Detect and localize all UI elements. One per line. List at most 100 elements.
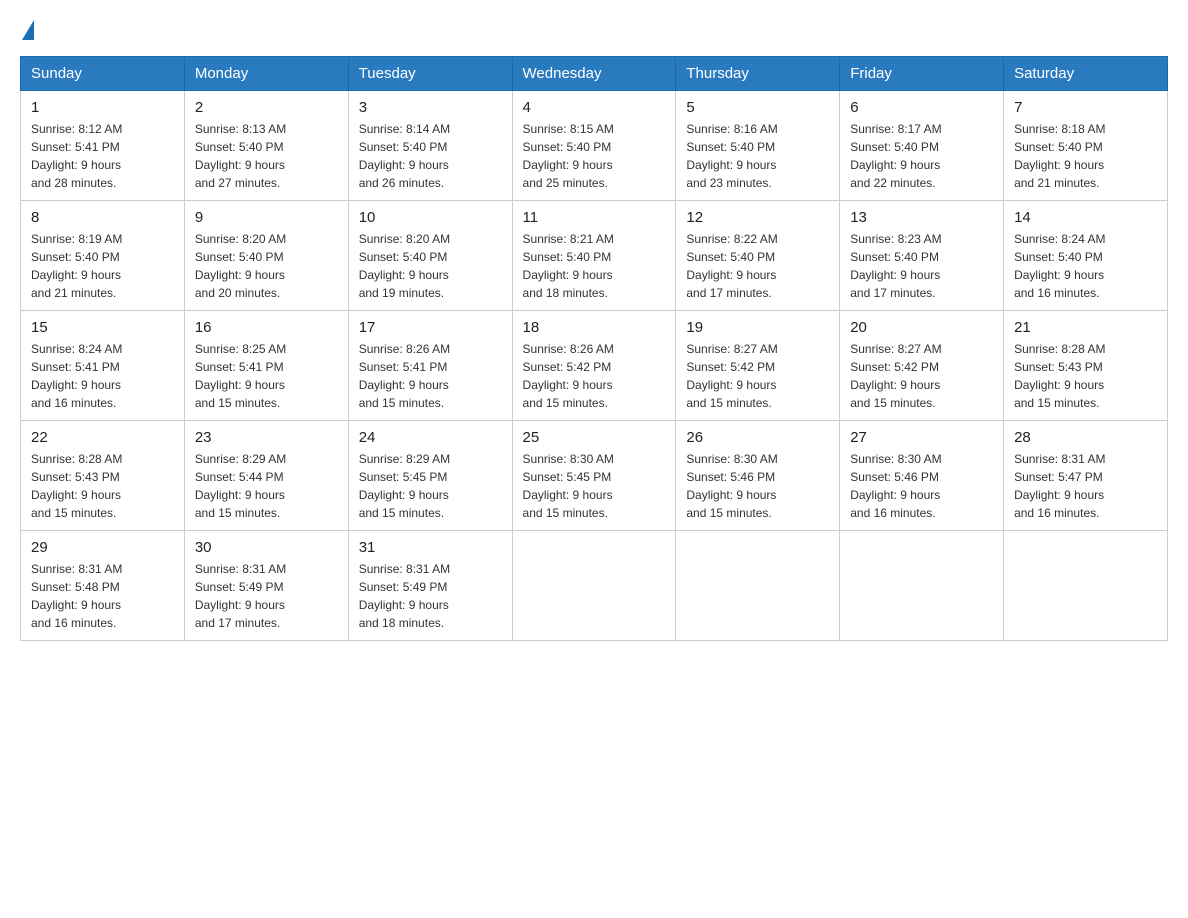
day-number: 10 [359,209,502,226]
weekday-header-friday: Friday [840,57,1004,91]
calendar-cell: 20 Sunrise: 8:27 AMSunset: 5:42 PMDaylig… [840,311,1004,421]
calendar-cell: 14 Sunrise: 8:24 AMSunset: 5:40 PMDaylig… [1004,201,1168,311]
day-info: Sunrise: 8:20 AMSunset: 5:40 PMDaylight:… [359,230,502,302]
day-info: Sunrise: 8:31 AMSunset: 5:48 PMDaylight:… [31,560,174,632]
day-info: Sunrise: 8:31 AMSunset: 5:49 PMDaylight:… [359,560,502,632]
calendar-cell: 25 Sunrise: 8:30 AMSunset: 5:45 PMDaylig… [512,421,676,531]
week-row-3: 15 Sunrise: 8:24 AMSunset: 5:41 PMDaylig… [21,311,1168,421]
day-info: Sunrise: 8:26 AMSunset: 5:41 PMDaylight:… [359,340,502,412]
week-row-2: 8 Sunrise: 8:19 AMSunset: 5:40 PMDayligh… [21,201,1168,311]
day-info: Sunrise: 8:14 AMSunset: 5:40 PMDaylight:… [359,120,502,192]
calendar-cell: 22 Sunrise: 8:28 AMSunset: 5:43 PMDaylig… [21,421,185,531]
weekday-header-monday: Monday [184,57,348,91]
day-info: Sunrise: 8:31 AMSunset: 5:47 PMDaylight:… [1014,450,1157,522]
week-row-5: 29 Sunrise: 8:31 AMSunset: 5:48 PMDaylig… [21,531,1168,641]
day-number: 25 [523,429,666,446]
day-number: 1 [31,99,174,116]
day-number: 8 [31,209,174,226]
header [20,20,1168,40]
calendar-cell: 26 Sunrise: 8:30 AMSunset: 5:46 PMDaylig… [676,421,840,531]
day-info: Sunrise: 8:13 AMSunset: 5:40 PMDaylight:… [195,120,338,192]
day-number: 21 [1014,319,1157,336]
day-number: 11 [523,209,666,226]
day-info: Sunrise: 8:20 AMSunset: 5:40 PMDaylight:… [195,230,338,302]
day-number: 22 [31,429,174,446]
day-info: Sunrise: 8:15 AMSunset: 5:40 PMDaylight:… [523,120,666,192]
day-number: 19 [686,319,829,336]
calendar-table: SundayMondayTuesdayWednesdayThursdayFrid… [20,56,1168,641]
day-info: Sunrise: 8:27 AMSunset: 5:42 PMDaylight:… [850,340,993,412]
day-info: Sunrise: 8:28 AMSunset: 5:43 PMDaylight:… [1014,340,1157,412]
day-number: 20 [850,319,993,336]
calendar-cell: 28 Sunrise: 8:31 AMSunset: 5:47 PMDaylig… [1004,421,1168,531]
day-info: Sunrise: 8:17 AMSunset: 5:40 PMDaylight:… [850,120,993,192]
calendar-cell: 2 Sunrise: 8:13 AMSunset: 5:40 PMDayligh… [184,91,348,201]
calendar-cell: 10 Sunrise: 8:20 AMSunset: 5:40 PMDaylig… [348,201,512,311]
day-number: 26 [686,429,829,446]
calendar-cell: 1 Sunrise: 8:12 AMSunset: 5:41 PMDayligh… [21,91,185,201]
calendar-cell: 18 Sunrise: 8:26 AMSunset: 5:42 PMDaylig… [512,311,676,421]
weekday-header-sunday: Sunday [21,57,185,91]
day-info: Sunrise: 8:26 AMSunset: 5:42 PMDaylight:… [523,340,666,412]
calendar-cell [676,531,840,641]
day-number: 5 [686,99,829,116]
day-info: Sunrise: 8:22 AMSunset: 5:40 PMDaylight:… [686,230,829,302]
day-number: 7 [1014,99,1157,116]
calendar-cell [512,531,676,641]
day-number: 4 [523,99,666,116]
calendar-cell: 30 Sunrise: 8:31 AMSunset: 5:49 PMDaylig… [184,531,348,641]
weekday-header-wednesday: Wednesday [512,57,676,91]
weekday-header-row: SundayMondayTuesdayWednesdayThursdayFrid… [21,57,1168,91]
calendar-cell: 31 Sunrise: 8:31 AMSunset: 5:49 PMDaylig… [348,531,512,641]
logo-triangle-icon [22,20,34,40]
week-row-4: 22 Sunrise: 8:28 AMSunset: 5:43 PMDaylig… [21,421,1168,531]
day-number: 6 [850,99,993,116]
calendar-cell: 12 Sunrise: 8:22 AMSunset: 5:40 PMDaylig… [676,201,840,311]
day-info: Sunrise: 8:29 AMSunset: 5:45 PMDaylight:… [359,450,502,522]
calendar-cell: 29 Sunrise: 8:31 AMSunset: 5:48 PMDaylig… [21,531,185,641]
calendar-cell: 24 Sunrise: 8:29 AMSunset: 5:45 PMDaylig… [348,421,512,531]
day-info: Sunrise: 8:16 AMSunset: 5:40 PMDaylight:… [686,120,829,192]
calendar-cell: 13 Sunrise: 8:23 AMSunset: 5:40 PMDaylig… [840,201,1004,311]
calendar-cell: 19 Sunrise: 8:27 AMSunset: 5:42 PMDaylig… [676,311,840,421]
day-info: Sunrise: 8:28 AMSunset: 5:43 PMDaylight:… [31,450,174,522]
day-number: 9 [195,209,338,226]
calendar-cell: 9 Sunrise: 8:20 AMSunset: 5:40 PMDayligh… [184,201,348,311]
day-number: 14 [1014,209,1157,226]
weekday-header-saturday: Saturday [1004,57,1168,91]
day-number: 24 [359,429,502,446]
day-info: Sunrise: 8:29 AMSunset: 5:44 PMDaylight:… [195,450,338,522]
calendar-cell: 3 Sunrise: 8:14 AMSunset: 5:40 PMDayligh… [348,91,512,201]
calendar-cell: 4 Sunrise: 8:15 AMSunset: 5:40 PMDayligh… [512,91,676,201]
day-info: Sunrise: 8:23 AMSunset: 5:40 PMDaylight:… [850,230,993,302]
calendar-cell: 5 Sunrise: 8:16 AMSunset: 5:40 PMDayligh… [676,91,840,201]
day-info: Sunrise: 8:24 AMSunset: 5:40 PMDaylight:… [1014,230,1157,302]
day-info: Sunrise: 8:24 AMSunset: 5:41 PMDaylight:… [31,340,174,412]
day-number: 31 [359,539,502,556]
day-number: 18 [523,319,666,336]
day-number: 2 [195,99,338,116]
logo [20,20,34,40]
day-number: 15 [31,319,174,336]
day-info: Sunrise: 8:19 AMSunset: 5:40 PMDaylight:… [31,230,174,302]
weekday-header-tuesday: Tuesday [348,57,512,91]
calendar-cell: 11 Sunrise: 8:21 AMSunset: 5:40 PMDaylig… [512,201,676,311]
calendar-cell: 21 Sunrise: 8:28 AMSunset: 5:43 PMDaylig… [1004,311,1168,421]
calendar-cell: 23 Sunrise: 8:29 AMSunset: 5:44 PMDaylig… [184,421,348,531]
calendar-cell: 7 Sunrise: 8:18 AMSunset: 5:40 PMDayligh… [1004,91,1168,201]
day-info: Sunrise: 8:27 AMSunset: 5:42 PMDaylight:… [686,340,829,412]
calendar-cell [840,531,1004,641]
week-row-1: 1 Sunrise: 8:12 AMSunset: 5:41 PMDayligh… [21,91,1168,201]
day-number: 3 [359,99,502,116]
day-number: 12 [686,209,829,226]
weekday-header-thursday: Thursday [676,57,840,91]
calendar-cell: 6 Sunrise: 8:17 AMSunset: 5:40 PMDayligh… [840,91,1004,201]
calendar-cell [1004,531,1168,641]
day-number: 28 [1014,429,1157,446]
calendar-cell: 27 Sunrise: 8:30 AMSunset: 5:46 PMDaylig… [840,421,1004,531]
day-number: 16 [195,319,338,336]
day-info: Sunrise: 8:21 AMSunset: 5:40 PMDaylight:… [523,230,666,302]
day-info: Sunrise: 8:25 AMSunset: 5:41 PMDaylight:… [195,340,338,412]
calendar-cell: 15 Sunrise: 8:24 AMSunset: 5:41 PMDaylig… [21,311,185,421]
day-number: 17 [359,319,502,336]
